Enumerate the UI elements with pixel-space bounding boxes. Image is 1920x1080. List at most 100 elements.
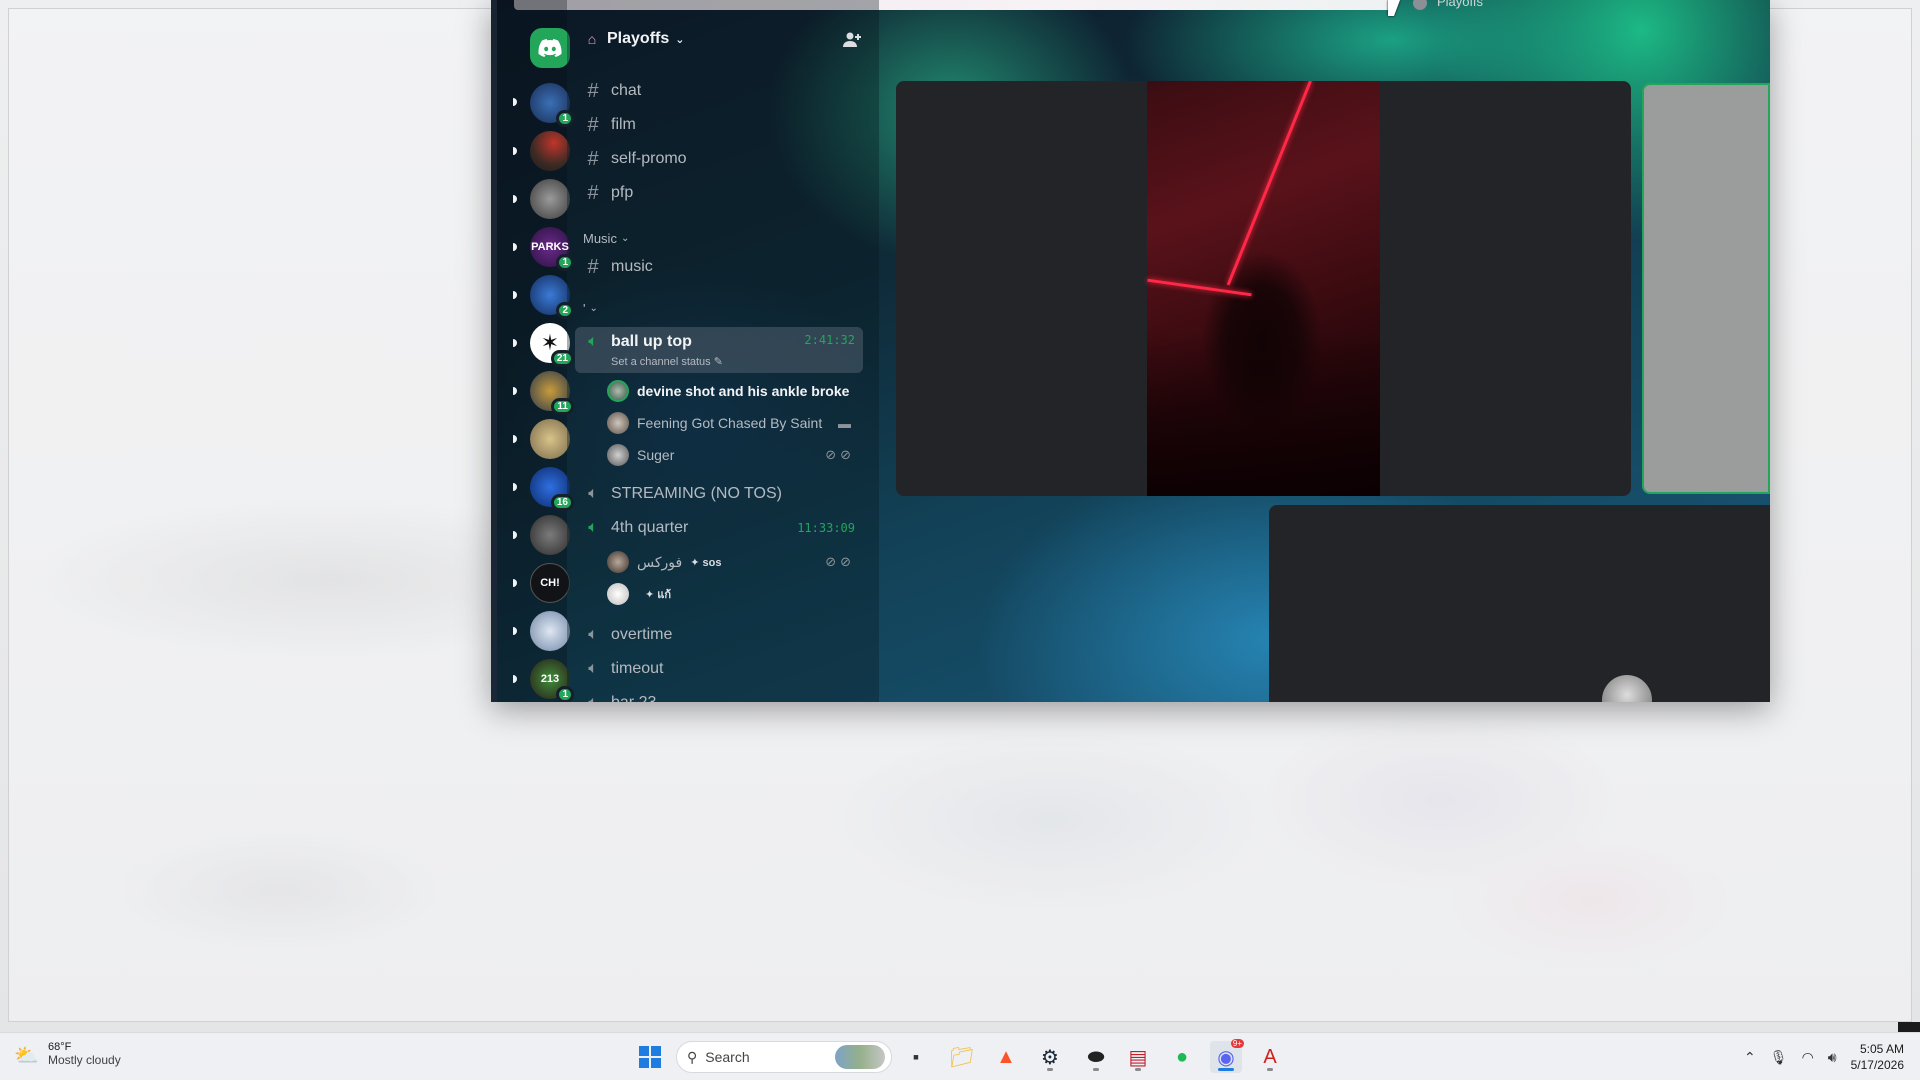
invite-people-icon[interactable] <box>842 30 862 50</box>
server-header[interactable]: ⌂ Playoffs ⌄ <box>583 28 685 50</box>
video-tile-bottom[interactable] <box>1269 505 1770 702</box>
clock-time: 5:05 AM <box>1859 1042 1904 1056</box>
member-name: devine shot and his ankle broke <box>637 383 850 399</box>
category-music[interactable]: Music ⌄ <box>583 231 629 246</box>
chevron-up-icon[interactable]: ⌃ <box>1744 1049 1756 1066</box>
brave-browser-button[interactable]: ▲ <box>990 1041 1022 1073</box>
show-desktop-corner[interactable] <box>1898 1022 1920 1032</box>
server-mention-badge: 1 <box>556 686 574 702</box>
unread-pip <box>513 435 517 443</box>
discord-taskbar-button[interactable]: ◉ 9+ <box>1210 1039 1244 1073</box>
member-tag: ✦ แก้ <box>645 589 672 601</box>
taskbar-search[interactable]: ⚲ Search <box>676 1041 892 1073</box>
file-explorer-button[interactable]: 📁︎ <box>946 1041 978 1073</box>
volume-icon[interactable]: 🔊︎ <box>1828 1049 1837 1066</box>
microphone-icon[interactable]: 🎙︎ <box>1770 1049 1788 1066</box>
unread-pip <box>513 243 517 251</box>
voice-member[interactable]: devine shot and his ankle broke <box>607 378 863 404</box>
speaker-icon: 🔈︎ <box>588 333 598 350</box>
clock[interactable]: 5:05 AM 5/17/2026 <box>1851 1041 1904 1073</box>
unread-pip <box>513 339 517 347</box>
spotify-button[interactable]: ● <box>1166 1041 1198 1073</box>
start-button[interactable] <box>634 1041 666 1073</box>
category-label: Music <box>583 231 617 246</box>
weather-widget[interactable]: ⛅ 68°F Mostly cloudy <box>14 1041 121 1067</box>
avatar <box>607 380 629 402</box>
video-editor-button[interactable]: ▤ <box>1122 1041 1154 1073</box>
app-button[interactable]: ⬬ <box>1080 1041 1112 1073</box>
notification-badge: 9+ <box>1230 1039 1244 1048</box>
channel-timer: 2:41:32 <box>804 333 855 347</box>
led-strip <box>1147 278 1252 297</box>
server-icon[interactable] <box>530 611 570 651</box>
discord-home-button[interactable] <box>530 28 570 68</box>
server-icon[interactable]: 213 1 <box>530 659 574 702</box>
active-indicator <box>1218 1068 1234 1071</box>
task-view-button[interactable]: ▪ <box>900 1041 932 1073</box>
running-indicator <box>1047 1068 1053 1071</box>
video-tile-side[interactable] <box>1642 83 1770 494</box>
wifi-icon[interactable]: ◠ <box>1802 1049 1814 1066</box>
channel-name: overtime <box>611 626 673 643</box>
camera-feed <box>1147 81 1380 496</box>
voice-member[interactable]: Suger ⊘⊘ <box>607 442 863 468</box>
avatar <box>607 444 629 466</box>
server-icon[interactable]: PARKS 1 <box>530 227 574 271</box>
server-icon-label: 213 <box>540 673 560 685</box>
server-icon[interactable]: 11 <box>530 371 574 415</box>
server-icon[interactable] <box>530 131 570 171</box>
voice-channel-timeout[interactable]: 🔈︎ timeout <box>575 654 863 684</box>
member-name: Feening Got Chased By Saint <box>637 415 823 431</box>
server-rail: 1 PARKS 1 2 ✶ 21 11 16 CH! 213 1 <box>491 0 574 702</box>
category-unnamed[interactable]: ' ⌄ <box>583 301 598 316</box>
channel-chat[interactable]: # chat <box>575 76 863 106</box>
server-icon[interactable]: 2 <box>530 275 574 319</box>
adobe-button[interactable]: A <box>1254 1041 1286 1073</box>
voice-channel-overtime[interactable]: 🔈︎ overtime <box>575 620 863 650</box>
unread-pip <box>513 387 517 395</box>
channel-film[interactable]: # film <box>575 110 863 140</box>
channel-name: bar 23 <box>611 694 656 702</box>
avatar <box>607 551 629 573</box>
server-icon[interactable] <box>530 179 570 219</box>
channel-list: ⌂ Playoffs ⌄ # chat # film # self-promo … <box>567 0 879 702</box>
channel-self-promo[interactable]: # self-promo <box>575 144 863 174</box>
member-name: فورکس <box>637 553 683 570</box>
chevron-down-icon: ⌄ <box>675 33 685 46</box>
avatar <box>607 412 629 434</box>
voice-member[interactable]: ✦ แก้ <box>607 581 863 607</box>
window-title: Playoffs <box>1437 0 1484 9</box>
voice-channel-ball-up-top[interactable]: 🔈︎ ball up top 2:41:32 Set a channel sta… <box>575 327 863 373</box>
server-icon[interactable] <box>530 419 570 459</box>
tag-text: sos <box>702 556 722 569</box>
server-mention-badge: 16 <box>550 494 574 511</box>
video-tile-main[interactable] <box>896 81 1631 496</box>
server-icon[interactable]: 16 <box>530 467 574 511</box>
channel-status-prompt[interactable]: Set a channel status ✎ <box>611 355 723 368</box>
channel-music[interactable]: # music <box>575 252 863 282</box>
server-icon[interactable]: CH! <box>530 563 570 603</box>
speaker-lock-icon: 🔈︎ <box>588 660 598 677</box>
server-icon[interactable] <box>530 515 570 555</box>
voice-channel-partial[interactable]: 🔈︎ bar 23 <box>575 688 863 702</box>
member-tag: ✦ sos <box>690 556 722 569</box>
rail-edge <box>491 0 497 702</box>
channel-pfp[interactable]: # pfp <box>575 178 863 208</box>
server-mention-badge: 1 <box>556 254 574 271</box>
voice-member[interactable]: Feening Got Chased By Saint ▬ <box>607 410 863 436</box>
voice-channel-4th-quarter[interactable]: 🔈︎ 4th quarter 11:33:09 <box>575 513 863 543</box>
voice-channel-streaming[interactable]: 🔈︎ STREAMING (NO TOS) <box>575 479 863 509</box>
channel-status-text: Set a channel status <box>611 356 711 368</box>
voice-member[interactable]: فورکس ✦ sos ⊘⊘ <box>607 549 863 575</box>
house-icon: ⌂ <box>587 31 597 47</box>
discord-logo-icon <box>538 39 562 57</box>
steam-button[interactable]: ⚙ <box>1034 1041 1066 1073</box>
partly-cloudy-icon: ⛅ <box>14 1045 39 1067</box>
unread-pip <box>513 98 517 106</box>
unread-pip <box>513 627 517 635</box>
server-icon[interactable]: 1 <box>530 83 574 127</box>
channel-name: film <box>611 116 636 133</box>
text-channel-icon: # <box>587 181 599 204</box>
speaker-icon: 🔈︎ <box>583 694 603 702</box>
server-icon[interactable]: ✶ 21 <box>530 323 574 367</box>
